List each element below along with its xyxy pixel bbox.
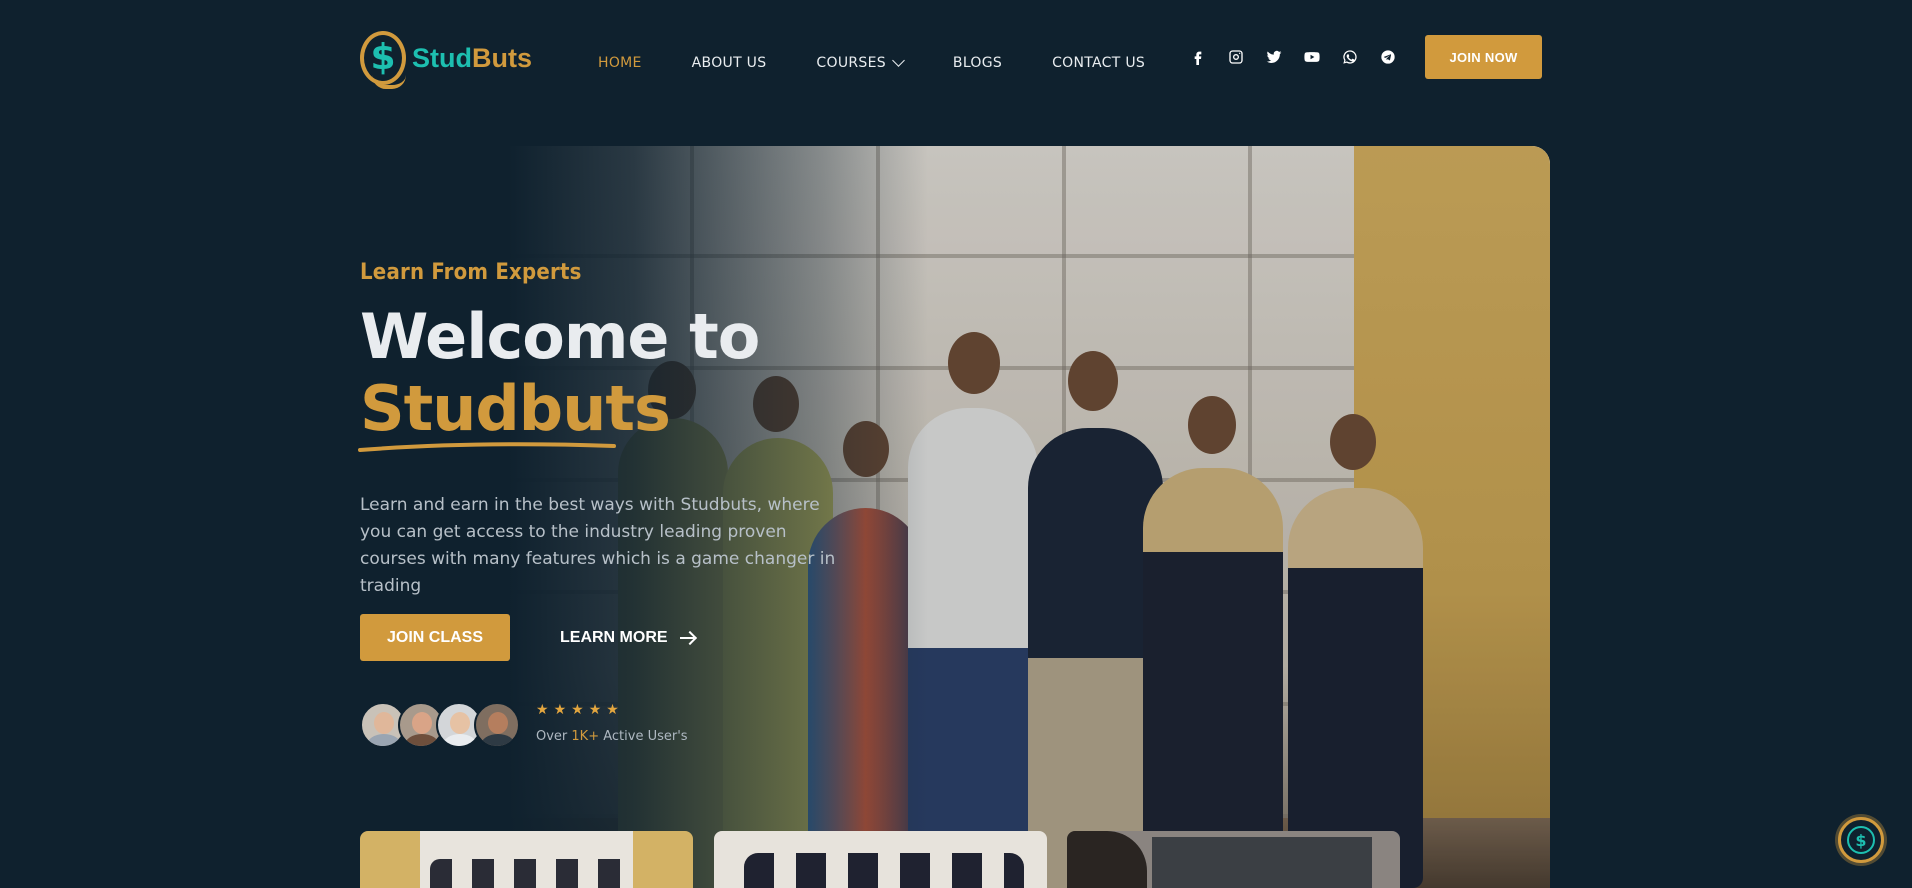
youtube-icon[interactable] <box>1302 47 1322 67</box>
star-icon: ★ <box>606 702 619 718</box>
star-icon: ★ <box>536 702 549 718</box>
social-links <box>1188 47 1398 67</box>
gallery-photo[interactable] <box>714 831 1047 888</box>
learn-more-link[interactable]: LEARN MORE <box>560 614 694 661</box>
avatar <box>474 702 520 748</box>
dollar-logo-icon: $ <box>360 31 406 89</box>
star-icon: ★ <box>553 702 567 718</box>
brand-logo[interactable]: $ StudButs <box>360 27 532 89</box>
twitter-icon[interactable] <box>1264 47 1284 67</box>
hero-eyebrow: Learn From Experts <box>360 260 582 285</box>
nav-contact-us[interactable]: CONTACT US <box>1052 55 1145 71</box>
star-icon: ★ <box>588 702 602 718</box>
nav-blogs[interactable]: BLOGS <box>953 55 1002 71</box>
star-icon: ★ <box>571 702 584 718</box>
learn-more-label: LEARN MORE <box>560 628 668 646</box>
nav-home[interactable]: HOME <box>598 55 642 71</box>
hero-title-brand: Studbuts <box>360 372 671 445</box>
arrow-right-icon <box>679 636 694 639</box>
chevron-down-icon <box>892 54 905 67</box>
page: $ StudButs HOME ABOUT US COURSES BLOGS C… <box>0 0 1912 888</box>
facebook-icon[interactable] <box>1188 47 1208 67</box>
join-now-button[interactable]: JOIN NOW <box>1425 35 1542 79</box>
active-users-text: Over 1K+ Active User's <box>536 729 688 744</box>
nav-courses[interactable]: COURSES <box>816 54 905 71</box>
nav-about-us[interactable]: ABOUT US <box>692 55 767 71</box>
whatsapp-icon[interactable] <box>1340 47 1360 67</box>
hero-description: Learn and earn in the best ways with Stu… <box>360 495 836 596</box>
floating-chat-button[interactable]: $ <box>1838 817 1884 863</box>
telegram-icon[interactable] <box>1378 47 1398 67</box>
join-class-button[interactable]: JOIN CLASS <box>360 614 510 661</box>
gallery-photo[interactable] <box>1067 831 1400 888</box>
brand-name: StudButs <box>412 42 532 73</box>
main-nav: HOME ABOUT US COURSES BLOGS CONTACT US <box>598 54 1145 71</box>
user-avatars <box>360 702 520 748</box>
brush-underline <box>358 442 616 452</box>
instagram-icon[interactable] <box>1226 47 1246 67</box>
gallery-photo[interactable] <box>360 831 693 888</box>
dollar-logo-icon: $ <box>1847 826 1875 854</box>
rating-stars: ★ ★ ★ ★ ★ <box>536 702 619 718</box>
hero-title: Welcome to <box>360 300 760 373</box>
